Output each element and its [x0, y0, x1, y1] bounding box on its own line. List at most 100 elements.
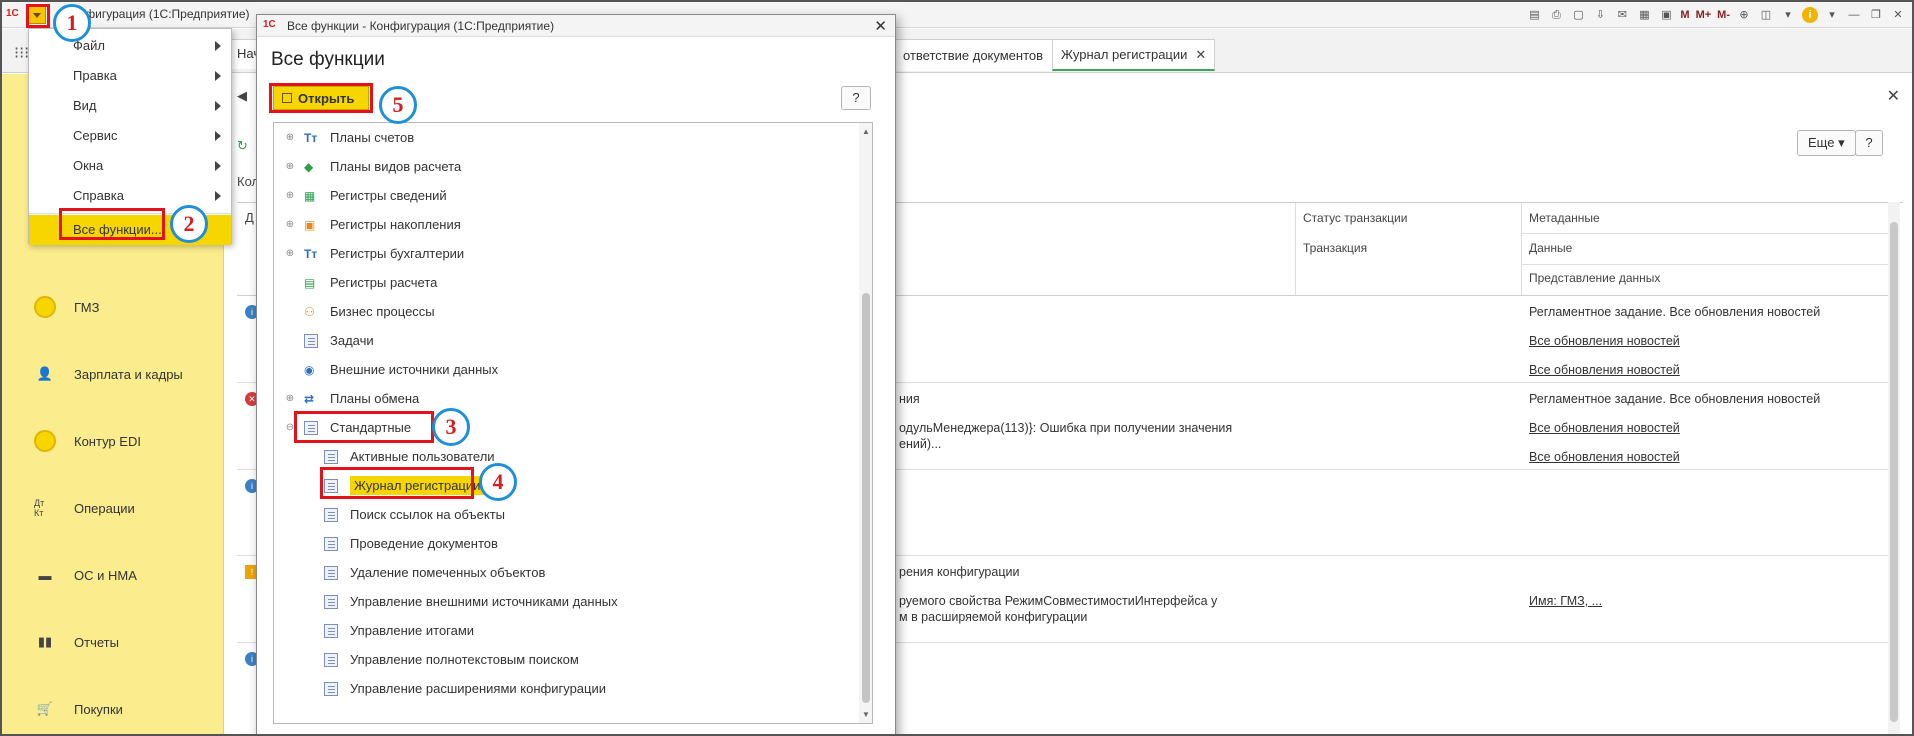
minimize-icon[interactable]: — [1846, 7, 1862, 23]
external-data-icon: ◉ [304, 362, 315, 377]
sidebar-item-fixed-assets[interactable]: ▬ ОС и НМА [2, 555, 224, 595]
memory-plus-button[interactable]: M+ [1696, 7, 1712, 23]
tree-item[interactable]: Удаление помеченных объектов [304, 558, 545, 587]
close-icon[interactable]: ✕ [874, 17, 887, 35]
calculator-icon[interactable]: ▦ [1636, 7, 1652, 23]
tree-item[interactable]: Поиск ссылок на объекты [304, 500, 505, 529]
menu-item-windows[interactable]: Окна [29, 151, 231, 181]
tree-item[interactable]: Проведение документов [304, 529, 498, 558]
back-button[interactable]: ◀ [237, 88, 247, 104]
chevron-right-icon [215, 41, 221, 51]
chevron-right-icon [215, 161, 221, 171]
column-header-data[interactable]: Данные [1529, 241, 1572, 255]
tree-item[interactable]: ⊕ Тт Регистры бухгалтерии [284, 239, 464, 268]
cell-comment: м в расширяемой конфигурации [899, 610, 1088, 624]
cell-data-link[interactable]: Все обновления новостей [1529, 421, 1680, 435]
close-icon[interactable]: ✕ [1890, 7, 1906, 23]
chevron-right-icon [215, 131, 221, 141]
document-icon [324, 565, 338, 580]
tree-item[interactable]: Управление полнотекстовым поиском [304, 645, 579, 674]
sidebar-item-gmz[interactable]: ГМЗ [2, 287, 224, 327]
sidebar-item-operations[interactable]: Дт Кт Операции [2, 488, 224, 528]
envelope-icon[interactable]: ✉ [1614, 7, 1630, 23]
tree-item[interactable]: ⚇ Бизнес процессы [284, 297, 435, 326]
help-button[interactable]: ? [841, 86, 871, 110]
annotation-number-5: 5 [379, 86, 417, 124]
panels-icon[interactable]: ◫ [1758, 7, 1774, 23]
help-button[interactable]: ? [1855, 130, 1883, 156]
scroll-up-icon[interactable]: ▲ [862, 127, 870, 136]
expand-icon[interactable]: ⊕ [284, 248, 296, 259]
tree-item[interactable]: Управление внешними источниками данных [304, 587, 618, 616]
tree-item[interactable]: ⊕ ◆ Планы видов расчета [284, 152, 461, 181]
menu-item-help[interactable]: Справка [29, 181, 231, 211]
expand-icon[interactable]: ⊕ [284, 393, 296, 404]
tree-item[interactable]: ◉ Внешние источники данных [284, 355, 498, 384]
refresh-icon[interactable]: ↻ [237, 138, 248, 154]
info-icon[interactable]: i [1802, 7, 1818, 23]
sidebar-item-reports[interactable]: ▮▮ Отчеты [2, 622, 224, 662]
expand-icon[interactable]: ⊕ [284, 190, 296, 201]
print-icon[interactable]: ⎙ [1548, 7, 1564, 23]
column-header-representation[interactable]: Представление данных [1529, 271, 1660, 285]
document-icon [324, 594, 338, 609]
tree-item[interactable]: ⊕ ▦ Регистры сведений [284, 181, 447, 210]
app-logo: 1С [6, 8, 19, 19]
scroll-thumb[interactable] [1890, 222, 1898, 722]
sidebar-item-salary[interactable]: 👤 Зарплата и кадры [2, 354, 224, 394]
chevron-down-icon[interactable]: ▾ [1780, 7, 1796, 23]
expand-icon[interactable]: ⊕ [284, 219, 296, 230]
tree-item[interactable]: ⊕ ▣ Регистры накопления [284, 210, 461, 239]
column-header-transaction[interactable]: Транзакция [1303, 241, 1367, 255]
close-icon[interactable]: ✕ [1887, 86, 1900, 106]
tree-item[interactable]: ⊕ ⇄ Планы обмена [284, 384, 419, 413]
business-process-icon: ⚇ [304, 304, 315, 319]
table-scrollbar[interactable] [1888, 202, 1900, 734]
column-header-status[interactable]: Статус транзакции [1303, 211, 1407, 225]
sidebar-item-purchases[interactable]: 🛒 Покупки [2, 689, 224, 729]
cell-metadata-link[interactable]: Имя: ГМЗ, ... [1529, 594, 1602, 608]
sidebar-item-edi[interactable]: Контур EDI [2, 421, 224, 461]
tree-item[interactable]: Управление расширениями конфигурации [304, 674, 606, 703]
sections-grid-icon[interactable]: ⁝⁝⁝ [14, 43, 29, 63]
document-icon [324, 536, 338, 551]
bar-chart-icon: ▮▮ [37, 634, 53, 649]
download-icon[interactable]: ⇩ [1592, 7, 1608, 23]
cell-comment: одульМенеджера(113)}: Ошибка при получен… [899, 421, 1233, 435]
restore-icon[interactable]: ❐ [1868, 7, 1884, 23]
save-icon[interactable]: ▤ [1526, 7, 1542, 23]
scroll-down-icon[interactable]: ▼ [862, 710, 870, 719]
menu-item-view[interactable]: Вид [29, 91, 231, 121]
expand-icon[interactable]: ⊕ [284, 161, 296, 172]
yellow-circle-icon [34, 430, 56, 452]
cell-data-link[interactable]: Все обновления новостей [1529, 334, 1680, 348]
more-button[interactable]: Еще ▾ [1797, 130, 1856, 156]
exchange-plan-icon: ⇄ [304, 391, 315, 406]
tree-item[interactable]: ▤ Регистры расчета [284, 268, 437, 297]
tree-item[interactable]: Управление итогами [304, 616, 474, 645]
preview-icon[interactable]: ▢ [1570, 7, 1586, 23]
accumulation-register-icon: ▣ [304, 217, 316, 232]
sidebar-item-label: Контур EDI [74, 433, 141, 449]
close-icon[interactable]: ✕ [1195, 47, 1206, 63]
cell-representation-link[interactable]: Все обновления новостей [1529, 450, 1680, 464]
tab-documents-compliance[interactable]: ответствие документов ✕ [894, 39, 1071, 71]
expand-icon[interactable]: ⊕ [284, 132, 296, 143]
memory-m-button[interactable]: M [1680, 7, 1689, 23]
document-icon [324, 681, 338, 696]
tab-event-log[interactable]: Журнал регистрации ✕ [1052, 39, 1216, 71]
chevron-down-icon[interactable]: ▾ [1824, 7, 1840, 23]
column-header-metadata[interactable]: Метаданные [1529, 211, 1600, 225]
tree-item[interactable]: ⊕ Тт Планы счетов [284, 123, 414, 152]
memory-minus-button[interactable]: M- [1717, 7, 1730, 23]
menu-item-service[interactable]: Сервис [29, 121, 231, 151]
tree-item[interactable]: Задачи [284, 326, 374, 355]
zoom-icon[interactable]: ⊕ [1736, 7, 1752, 23]
menu-item-edit[interactable]: Правка [29, 61, 231, 91]
calc-register-icon: ▤ [304, 275, 316, 290]
calendar-icon[interactable]: ▣ [1658, 7, 1674, 23]
cell-representation-link[interactable]: Все обновления новостей [1529, 363, 1680, 377]
debit-credit-icon: Дт Кт [34, 498, 45, 518]
tree-scrollbar[interactable]: ▲ ▼ [859, 123, 872, 723]
scroll-thumb[interactable] [862, 293, 870, 703]
